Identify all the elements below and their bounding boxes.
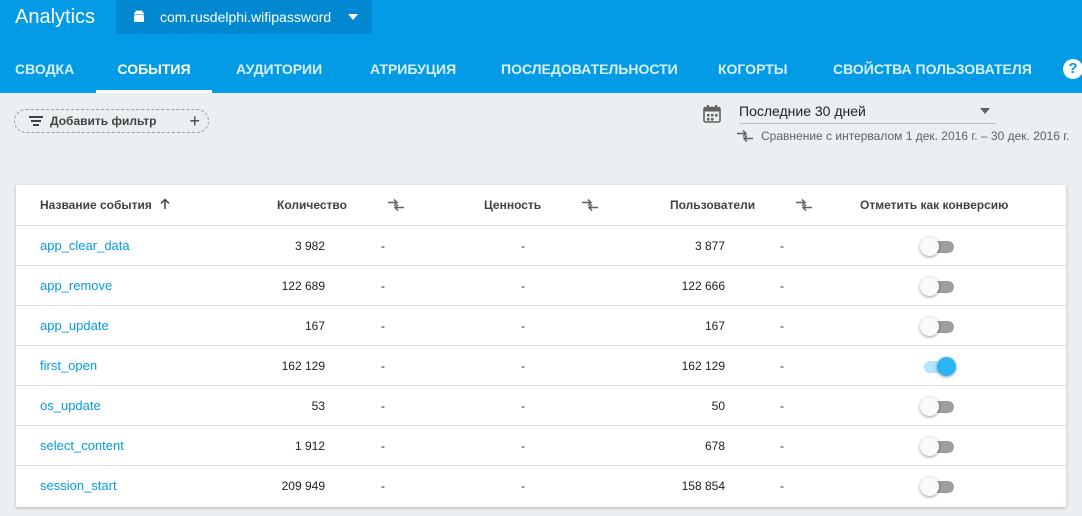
event-users: 122 666: [681, 279, 725, 293]
event-users: 167: [704, 319, 725, 333]
tab-audiences[interactable]: АУДИТОРИИ: [236, 47, 322, 93]
event-value: -: [521, 239, 525, 253]
event-value: -: [521, 359, 525, 373]
column-header-count[interactable]: Количество: [277, 185, 347, 226]
event-value: -: [521, 319, 525, 333]
filter-icon: [29, 116, 43, 126]
column-header-conversion: Отметить как конверсию: [860, 198, 1009, 212]
comparison-text: Сравнение с интервалом 1 дек. 2016 г. – …: [761, 129, 1070, 143]
event-value: -: [521, 479, 525, 493]
event-users: 50: [711, 399, 725, 413]
event-name-link[interactable]: first_open: [40, 346, 97, 386]
event-value: -: [521, 399, 525, 413]
conversion-toggle[interactable]: [920, 356, 956, 376]
date-range-select[interactable]: Последние 30 дней: [739, 100, 996, 124]
column-header-users[interactable]: Пользователи: [670, 185, 755, 226]
top-header: Analytics com.rusdelphi.wifipassword СВО…: [0, 0, 1082, 93]
tab-events[interactable]: СОБЫТИЯ: [96, 47, 212, 93]
android-icon: [134, 10, 144, 22]
date-range-label: Последние 30 дней: [739, 103, 866, 119]
table-row: os_update 53 - - 50 -: [16, 386, 1066, 426]
count-comparison: -: [381, 319, 385, 333]
event-users: 158 854: [681, 479, 725, 493]
count-comparison: -: [381, 359, 385, 373]
table-row: app_clear_data 3 982 - - 3 877 -: [16, 226, 1066, 266]
event-count: 1 912: [294, 439, 325, 453]
compare-arrows-icon[interactable]: [796, 199, 812, 211]
tab-user-properties[interactable]: СВОЙСТВА ПОЛЬЗОВАТЕЛЯ: [833, 47, 1032, 93]
event-users: 3 877: [694, 239, 725, 253]
conversion-toggle[interactable]: [920, 316, 956, 336]
app-title: Analytics: [15, 6, 96, 28]
event-name-link[interactable]: app_clear_data: [40, 226, 130, 266]
tab-attribution[interactable]: АТРИБУЦИЯ: [370, 47, 456, 93]
count-comparison: -: [381, 399, 385, 413]
event-name-link[interactable]: app_remove: [40, 266, 112, 306]
event-users: 162 129: [681, 359, 725, 373]
chevron-down-icon: [348, 14, 358, 20]
event-name-link[interactable]: os_update: [40, 386, 101, 426]
column-header-value[interactable]: Ценность: [484, 185, 541, 226]
event-count: 53: [311, 399, 325, 413]
event-value: -: [521, 439, 525, 453]
add-filter-label: Добавить фильтр: [50, 114, 157, 128]
users-comparison: -: [780, 439, 784, 453]
column-header-name-label: Название события: [40, 198, 152, 212]
sort-ascending-icon: [160, 198, 170, 209]
table-row: session_start 209 949 - - 158 854 -: [16, 466, 1066, 506]
users-comparison: -: [780, 359, 784, 373]
users-comparison: -: [780, 399, 784, 413]
table-header: Название события Количество Ценность Пол…: [16, 185, 1066, 226]
count-comparison: -: [381, 439, 385, 453]
calendar-icon[interactable]: [703, 105, 721, 123]
compare-arrows-icon[interactable]: [388, 199, 404, 211]
users-comparison: -: [780, 279, 784, 293]
conversion-toggle[interactable]: [920, 396, 956, 416]
tab-cohorts[interactable]: КОГОРТЫ: [718, 47, 788, 93]
column-header-name[interactable]: Название события: [40, 185, 171, 226]
add-filter-button[interactable]: Добавить фильтр +: [14, 109, 209, 133]
chevron-down-icon: [980, 108, 990, 114]
tab-bar: СВОДКА СОБЫТИЯ АУДИТОРИИ АТРИБУЦИЯ ПОСЛЕ…: [0, 47, 1082, 93]
event-count: 3 982: [294, 239, 325, 253]
help-icon[interactable]: ?: [1063, 59, 1082, 79]
conversion-toggle[interactable]: [920, 236, 956, 256]
tab-summary[interactable]: СВОДКА: [15, 47, 74, 93]
plus-icon: +: [189, 111, 200, 131]
event-count: 209 949: [281, 479, 325, 493]
count-comparison: -: [381, 279, 385, 293]
table-row: first_open 162 129 - - 162 129 -: [16, 346, 1066, 386]
conversion-toggle[interactable]: [920, 436, 956, 456]
users-comparison: -: [780, 319, 784, 333]
event-count: 167: [304, 319, 325, 333]
event-name-link[interactable]: app_update: [40, 306, 109, 346]
compare-arrows-icon[interactable]: [737, 130, 753, 142]
tab-funnels[interactable]: ПОСЛЕДОВАТЕЛЬНОСТИ: [501, 47, 678, 93]
event-value: -: [521, 279, 525, 293]
conversion-toggle[interactable]: [920, 276, 956, 296]
event-name-link[interactable]: session_start: [40, 466, 117, 506]
event-name-link[interactable]: select_content: [40, 426, 124, 466]
events-table: Название события Количество Ценность Пол…: [16, 185, 1066, 507]
users-comparison: -: [780, 239, 784, 253]
count-comparison: -: [381, 239, 385, 253]
compare-arrows-icon[interactable]: [582, 199, 598, 211]
comparison-line: Сравнение с интервалом 1 дек. 2016 г. – …: [737, 129, 1069, 143]
count-comparison: -: [381, 479, 385, 493]
table-row: select_content 1 912 - - 678 -: [16, 426, 1066, 466]
conversion-toggle[interactable]: [920, 476, 956, 496]
table-row: app_update 167 - - 167 -: [16, 306, 1066, 346]
app-selector[interactable]: com.rusdelphi.wifipassword: [116, 0, 372, 34]
event-count: 122 689: [281, 279, 325, 293]
table-row: app_remove 122 689 - - 122 666 -: [16, 266, 1066, 306]
event-count: 162 129: [281, 359, 325, 373]
app-selector-label: com.rusdelphi.wifipassword: [160, 9, 332, 25]
event-users: 678: [704, 439, 725, 453]
users-comparison: -: [780, 479, 784, 493]
